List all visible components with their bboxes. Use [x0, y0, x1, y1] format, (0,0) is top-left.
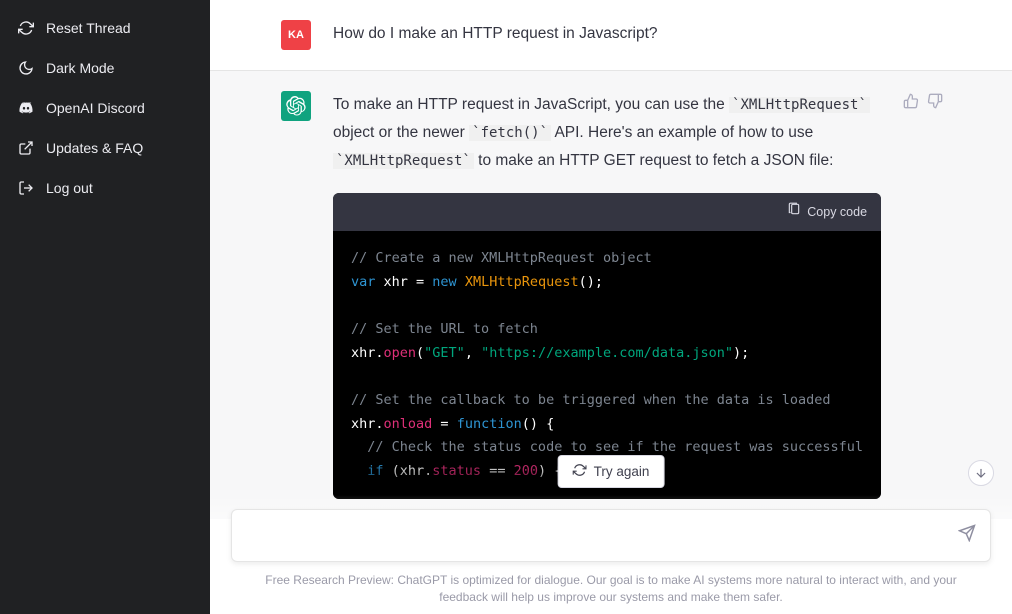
sidebar-item-label: Updates & FAQ — [46, 140, 143, 156]
dark-mode-button[interactable]: Dark Mode — [8, 48, 202, 88]
inline-code: `XMLHttpRequest` — [729, 97, 870, 113]
clipboard-icon — [787, 201, 801, 224]
refresh-icon — [573, 463, 587, 480]
moon-icon — [18, 60, 34, 76]
feedback-actions — [903, 91, 943, 499]
input-row — [231, 509, 991, 562]
copy-code-button[interactable]: Copy code — [787, 201, 867, 224]
code-block: Copy code // Create a new XMLHttpRequest… — [333, 193, 881, 500]
assistant-message-content: To make an HTTP request in JavaScript, y… — [333, 91, 881, 499]
arrow-down-icon — [974, 466, 988, 480]
refresh-icon — [18, 20, 34, 36]
message-input[interactable] — [246, 527, 958, 544]
sidebar-item-label: Dark Mode — [46, 60, 114, 76]
logout-icon — [18, 180, 34, 196]
updates-faq-button[interactable]: Updates & FAQ — [8, 128, 202, 168]
copy-code-label: Copy code — [807, 201, 867, 224]
inline-code: `fetch()` — [469, 125, 551, 141]
user-message-text: How do I make an HTTP request in Javascr… — [333, 20, 869, 50]
inline-code: `XMLHttpRequest` — [333, 153, 474, 169]
assistant-text: to make an HTTP GET request to fetch a J… — [474, 152, 834, 169]
sidebar: Reset Thread Dark Mode OpenAI Discord Up… — [0, 0, 210, 614]
send-button[interactable] — [958, 524, 976, 547]
thumbs-down-icon[interactable] — [927, 93, 943, 114]
user-message: KA How do I make an HTTP request in Java… — [210, 0, 1012, 70]
discord-icon — [18, 100, 34, 116]
external-link-icon — [18, 140, 34, 156]
assistant-text: object or the newer — [333, 124, 469, 141]
user-avatar: KA — [281, 20, 311, 50]
sidebar-item-label: Log out — [46, 180, 93, 196]
try-again-label: Try again — [594, 464, 650, 479]
scroll-down-button[interactable] — [968, 460, 994, 486]
discord-button[interactable]: OpenAI Discord — [8, 88, 202, 128]
footer-text: Free Research Preview: ChatGPT is optimi… — [230, 572, 992, 606]
reset-thread-button[interactable]: Reset Thread — [8, 8, 202, 48]
send-icon — [958, 524, 976, 542]
assistant-avatar — [281, 91, 311, 121]
thumbs-up-icon[interactable] — [903, 93, 919, 114]
assistant-message: To make an HTTP request in JavaScript, y… — [210, 70, 1012, 519]
assistant-text: API. Here's an example of how to use — [551, 124, 813, 141]
sidebar-item-label: OpenAI Discord — [46, 100, 145, 116]
sidebar-item-label: Reset Thread — [46, 20, 131, 36]
assistant-text: To make an HTTP request in JavaScript, y… — [333, 96, 729, 113]
code-header: Copy code — [333, 193, 881, 232]
input-bar: Free Research Preview: ChatGPT is optimi… — [210, 495, 1012, 614]
logout-button[interactable]: Log out — [8, 168, 202, 208]
try-again-button[interactable]: Try again — [558, 455, 665, 488]
